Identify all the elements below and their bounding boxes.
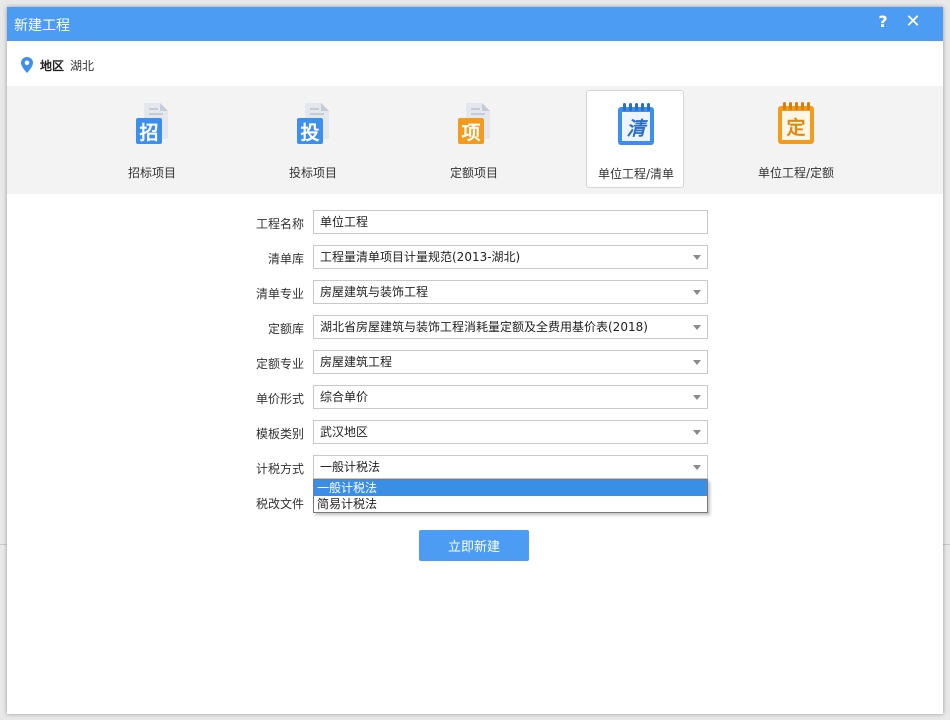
tax-method-label: 计税方式	[255, 462, 304, 476]
chevron-down-icon	[693, 395, 701, 400]
chevron-down-icon	[693, 360, 701, 365]
chevron-down-icon	[693, 290, 701, 295]
quota-specialty-value: 房屋建筑工程	[320, 355, 393, 369]
location-pin-icon	[21, 57, 33, 73]
bill-specialty-value: 房屋建筑与装饰工程	[320, 285, 429, 299]
quota-specialty-label: 定额专业	[255, 357, 304, 371]
svg-text:投: 投	[300, 121, 319, 144]
tou-document-icon: 投	[291, 100, 335, 148]
tax-method-select[interactable]: 一般计税法	[313, 455, 708, 479]
quota-library-value: 湖北省房屋建筑与装饰工程消耗量定额及全费用基价表(2018)	[320, 320, 648, 334]
project-name-label: 工程名称	[255, 217, 304, 231]
new-project-dialog: 新建工程 ? ✕ 地区 湖北 招 招标项目 投 投标项目 项 定额项目 清 单位…	[7, 7, 943, 714]
svg-text:清: 清	[626, 118, 648, 140]
ding-notebook-icon: 定	[774, 100, 818, 148]
bill-specialty-select[interactable]: 房屋建筑与装饰工程	[313, 280, 708, 304]
type-label: 单位工程/定额	[757, 166, 835, 180]
unit-price-form-select[interactable]: 综合单价	[313, 385, 708, 409]
chevron-down-icon	[693, 255, 701, 260]
quota-library-label: 定额库	[267, 322, 304, 336]
bill-library-value: 工程量清单项目计量规范(2013-湖北)	[320, 250, 521, 264]
close-button[interactable]: ✕	[904, 11, 922, 32]
project-name-input[interactable]: 单位工程	[313, 210, 708, 234]
svg-text:项: 项	[461, 122, 480, 144]
chevron-down-icon	[693, 430, 701, 435]
qing-notebook-icon: 清	[614, 101, 658, 149]
tax-method-value: 一般计税法	[320, 460, 381, 474]
help-button[interactable]: ?	[874, 12, 892, 31]
type-label: 单位工程/清单	[597, 167, 675, 181]
region-indicator: 地区 湖北	[20, 56, 94, 74]
region-value: 湖北	[70, 58, 95, 73]
tax-method-dropdown: 一般计税法 简易计税法	[313, 479, 708, 513]
type-quota-project[interactable]: 项 定额项目	[425, 90, 523, 188]
type-label: 定额项目	[449, 166, 498, 180]
type-bid-project[interactable]: 投 投标项目	[264, 90, 362, 188]
unit-price-form-label: 单价形式	[255, 392, 304, 406]
svg-text:定: 定	[786, 116, 805, 139]
project-type-selector: 招 招标项目 投 投标项目 项 定额项目 清 单位工程/清单 定 单位工程/定额	[7, 86, 943, 194]
bill-library-select[interactable]: 工程量清单项目计量规范(2013-湖北)	[313, 245, 708, 269]
template-category-value: 武汉地区	[320, 425, 369, 439]
xiang-document-icon: 项	[452, 100, 496, 148]
template-category-select[interactable]: 武汉地区	[313, 420, 708, 444]
tax-option-general[interactable]: 一般计税法	[314, 480, 707, 496]
tax-reform-file-label: 税改文件	[255, 497, 304, 511]
chevron-down-icon	[693, 465, 701, 470]
type-unit-bill[interactable]: 清 单位工程/清单	[586, 90, 684, 188]
quota-library-select[interactable]: 湖北省房屋建筑与装饰工程消耗量定额及全费用基价表(2018)	[313, 315, 708, 339]
dialog-titlebar: 新建工程 ? ✕	[7, 7, 943, 41]
type-unit-quota[interactable]: 定 单位工程/定额	[747, 90, 845, 188]
unit-price-form-value: 综合单价	[320, 390, 369, 404]
quota-specialty-select[interactable]: 房屋建筑工程	[313, 350, 708, 374]
type-tender-project[interactable]: 招 招标项目	[103, 90, 201, 188]
create-now-button[interactable]: 立即新建	[419, 530, 529, 561]
bill-library-label: 清单库	[267, 252, 304, 266]
bill-specialty-label: 清单专业	[255, 287, 304, 301]
svg-text:招: 招	[139, 121, 158, 144]
chevron-down-icon	[693, 325, 701, 330]
dialog-title: 新建工程	[14, 18, 70, 34]
template-category-label: 模板类别	[255, 427, 304, 441]
zhao-document-icon: 招	[130, 100, 174, 148]
region-label: 地区	[40, 58, 65, 73]
type-label: 招标项目	[127, 166, 176, 180]
tax-option-simplified[interactable]: 简易计税法	[314, 496, 707, 512]
type-label: 投标项目	[288, 166, 337, 180]
